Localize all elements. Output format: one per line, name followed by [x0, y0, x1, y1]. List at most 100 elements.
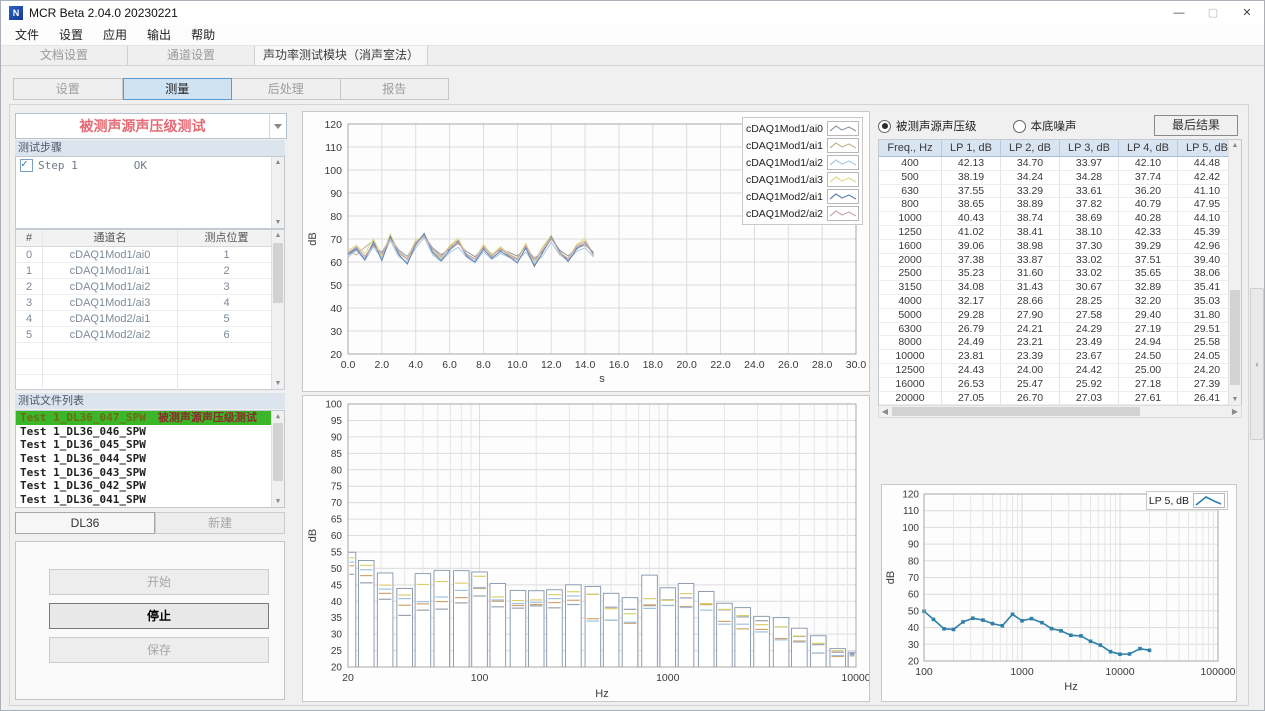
table-row[interactable]: 1000023.8123.3923.6724.5024.05	[879, 350, 1241, 364]
table-row[interactable]: 50038.1934.2434.2837.7442.42	[879, 171, 1241, 185]
file-list-item[interactable]: Test 1_DL36_046_SPW	[16, 425, 284, 439]
table-row[interactable]: 2000027.0526.7027.0327.6126.41	[879, 392, 1241, 406]
sub-tab[interactable]: 后处理	[232, 78, 341, 100]
legend-item[interactable]: cDAQ1Mod2/ai2	[746, 205, 859, 222]
collapse-panel-handle[interactable]: ‹	[1250, 288, 1264, 440]
table-row[interactable]: 100040.4338.7438.6940.2844.10	[879, 212, 1241, 226]
table-cell: 6300	[879, 323, 942, 337]
legend-item[interactable]: cDAQ1Mod1/ai3	[746, 171, 859, 188]
table-row[interactable]: 1250024.4324.0024.4225.0024.20	[879, 364, 1241, 378]
scroll-up-arrow-icon[interactable]: ▲	[272, 411, 284, 422]
close-button[interactable]: ✕	[1230, 1, 1264, 25]
svg-text:100000: 100000	[1200, 666, 1235, 678]
main-tab[interactable]: 通道设置	[128, 46, 255, 65]
table-cell: 24.43	[942, 364, 1001, 378]
levels-table-scrollbar[interactable]: ▲▼	[1228, 140, 1241, 405]
scroll-down-arrow-icon[interactable]: ▼	[272, 496, 284, 507]
legend-item[interactable]: cDAQ1Mod1/ai0	[746, 120, 859, 137]
menu-item[interactable]: 输出	[137, 25, 181, 45]
radio-source-levels[interactable]	[878, 120, 891, 133]
project-button[interactable]: DL36	[15, 512, 155, 534]
scroll-left-arrow-icon[interactable]: ◀	[879, 406, 891, 417]
table-row[interactable]: 0cDAQ1Mod1/ai01	[16, 247, 284, 263]
table-row[interactable]: 40042.1334.7033.9742.1044.48	[879, 157, 1241, 171]
scroll-down-arrow-icon[interactable]: ▼	[272, 378, 284, 389]
levels-table[interactable]: Freq., HzLP 1, dBLP 2, dBLP 3, dBLP 4, d…	[878, 139, 1242, 406]
scroll-up-arrow-icon[interactable]: ▲	[272, 230, 284, 241]
sub-tab[interactable]: 测量	[123, 78, 233, 100]
new-button[interactable]: 新建	[155, 512, 285, 534]
legend-item[interactable]: cDAQ1Mod1/ai2	[746, 154, 859, 171]
file-list-item[interactable]: Test 1_DL36_043_SPW	[16, 466, 284, 480]
svg-text:30: 30	[331, 630, 343, 641]
radio-background-noise[interactable]	[1013, 120, 1026, 133]
channel-table-scrollbar[interactable]: ▲▼	[271, 230, 284, 389]
step-list[interactable]: Step 1OK▲▼	[15, 156, 285, 229]
final-result-button[interactable]: 最后结果	[1154, 115, 1238, 136]
legend-item[interactable]: cDAQ1Mod1/ai1	[746, 137, 859, 154]
step-list-scrollbar[interactable]: ▲▼	[271, 157, 284, 228]
menu-item[interactable]: 帮助	[181, 25, 225, 45]
radio-source-label[interactable]: 被测声源声压级	[896, 118, 977, 134]
levels-table-hscrollbar[interactable]: ◀ ▶	[878, 405, 1242, 418]
main-tab[interactable]: 文档设置	[1, 46, 128, 65]
legend-line-swatch-icon	[827, 121, 859, 136]
chevron-down-icon[interactable]	[269, 114, 286, 138]
main-tab[interactable]: 声功率测试模块（消声室法）	[255, 46, 428, 65]
table-row[interactable]: 800024.4923.2123.4924.9425.58	[879, 336, 1241, 350]
stop-button[interactable]: 停止	[49, 603, 269, 629]
file-list-item[interactable]: Test 1_DL36_042_SPW	[16, 479, 284, 493]
table-cell: 5	[178, 311, 276, 327]
file-list-item[interactable]: Test 1_DL36_047_SPW被测声源声压级测试	[16, 411, 284, 425]
start-button[interactable]: 开始	[49, 569, 269, 595]
test-file-list[interactable]: Test 1_DL36_047_SPW被测声源声压级测试Test 1_DL36_…	[15, 410, 285, 508]
file-list-scrollbar[interactable]: ▲▼	[271, 411, 284, 507]
table-row[interactable]: 2cDAQ1Mod1/ai23	[16, 279, 284, 295]
table-row[interactable]: 200037.3833.8733.0237.5139.40	[879, 254, 1241, 268]
table-row[interactable]: 63037.5533.2933.6136.2041.10	[879, 185, 1241, 199]
file-list-item[interactable]: Test 1_DL36_041_SPW	[16, 493, 284, 507]
table-row[interactable]: 5cDAQ1Mod2/ai26	[16, 327, 284, 343]
table-row[interactable]: 125041.0238.4138.1042.3345.39	[879, 226, 1241, 240]
table-row[interactable]: 80038.6538.8937.8240.7947.95	[879, 198, 1241, 212]
table-row[interactable]: 1600026.5325.4725.9227.1827.39	[879, 378, 1241, 392]
menu-item[interactable]: 设置	[49, 25, 93, 45]
file-list-item[interactable]: Test 1_DL36_044_SPW	[16, 452, 284, 466]
vscroll-thumb[interactable]	[1230, 290, 1240, 385]
step-row[interactable]: Step 1OK	[16, 157, 284, 174]
table-row[interactable]: 250035.2331.6033.0235.6538.06	[879, 267, 1241, 281]
table-row[interactable]: 500029.2827.9027.5829.4031.80	[879, 309, 1241, 323]
menu-item[interactable]: 应用	[93, 25, 137, 45]
sub-tab[interactable]: 报告	[341, 78, 450, 100]
table-row[interactable]: 4cDAQ1Mod2/ai15	[16, 311, 284, 327]
legend-item[interactable]: cDAQ1Mod2/ai1	[746, 188, 859, 205]
maximize-button[interactable]: ▢	[1196, 1, 1230, 25]
svg-text:95: 95	[331, 416, 343, 427]
test-type-dropdown[interactable]: 被测声源声压级测试	[15, 113, 287, 139]
sub-tab[interactable]: 设置	[13, 78, 123, 100]
table-row[interactable]: 160039.0638.9837.3039.2942.96	[879, 240, 1241, 254]
minimize-button[interactable]: —	[1162, 1, 1196, 25]
vscroll-thumb[interactable]	[273, 423, 283, 481]
vscroll-thumb[interactable]	[273, 243, 283, 303]
table-row[interactable]: 400032.1728.6628.2532.2035.03	[879, 295, 1241, 309]
scroll-down-arrow-icon[interactable]: ▼	[1229, 394, 1241, 405]
scroll-down-arrow-icon[interactable]: ▼	[272, 217, 284, 228]
save-button[interactable]: 保存	[49, 637, 269, 663]
channel-table[interactable]: #通道名测点位置0cDAQ1Mod1/ai011cDAQ1Mod1/ai122c…	[15, 229, 285, 390]
table-cell: cDAQ1Mod1/ai1	[43, 263, 178, 279]
table-cell: 2000	[879, 254, 942, 268]
legend-label: cDAQ1Mod1/ai2	[746, 157, 823, 169]
checkbox-checked-icon[interactable]	[20, 159, 33, 172]
scroll-up-arrow-icon[interactable]: ▲	[272, 157, 284, 168]
menu-item[interactable]: 文件	[5, 25, 49, 45]
scroll-up-arrow-icon[interactable]: ▲	[1229, 140, 1241, 151]
table-row[interactable]: 3cDAQ1Mod1/ai34	[16, 295, 284, 311]
file-list-item[interactable]: Test 1_DL36_045_SPW	[16, 438, 284, 452]
table-row[interactable]: 1cDAQ1Mod1/ai12	[16, 263, 284, 279]
hscroll-thumb[interactable]	[892, 407, 1140, 416]
table-row[interactable]: 315034.0831.4330.6732.8935.41	[879, 281, 1241, 295]
table-row[interactable]: 630026.7924.2124.2927.1929.51	[879, 323, 1241, 337]
scroll-right-arrow-icon[interactable]: ▶	[1229, 406, 1241, 417]
radio-noise-label[interactable]: 本底噪声	[1031, 118, 1077, 134]
